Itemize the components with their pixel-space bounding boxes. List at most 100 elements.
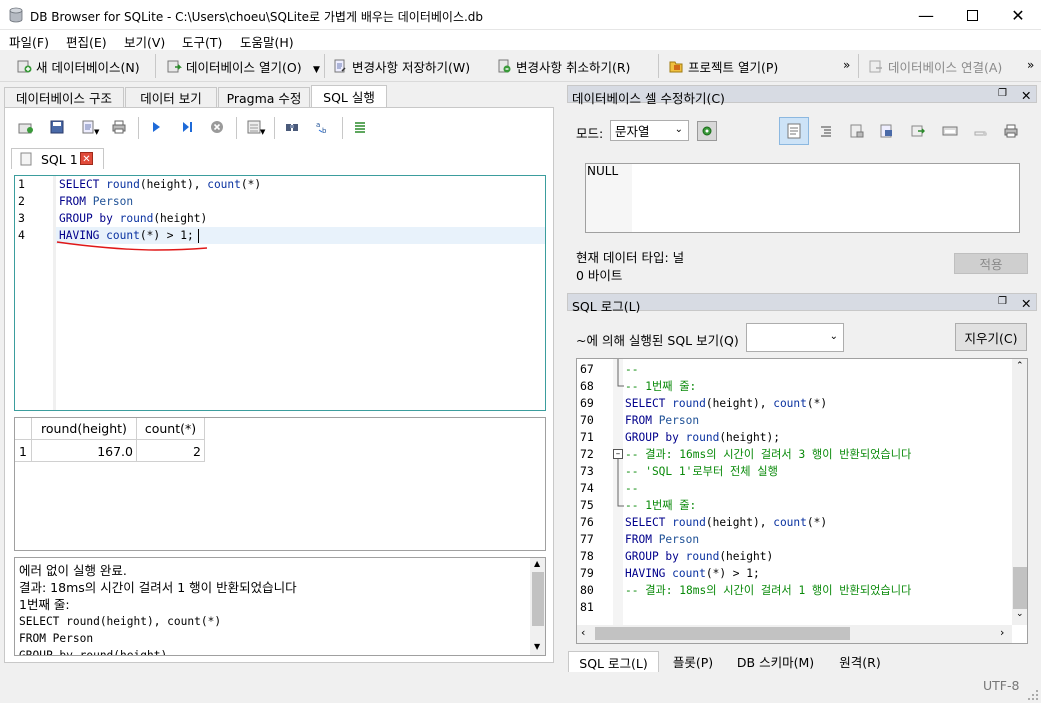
set-null-button[interactable] [909, 122, 927, 140]
eraser-icon [974, 131, 987, 136]
tab-execute-sql[interactable]: SQL 실행 [311, 85, 387, 107]
tab-plot[interactable]: 플롯(P) [660, 651, 726, 671]
cell-value-editor[interactable]: NULL [585, 163, 1020, 233]
toolbar-overflow-icon[interactable]: » [1027, 58, 1034, 72]
minimize-icon: — [918, 5, 934, 25]
toolbar-separator [155, 54, 156, 78]
stop-execution-button[interactable] [208, 118, 226, 136]
clear-log-button[interactable]: 지우기(C) [955, 323, 1027, 351]
tab-browse-data[interactable]: 데이터 보기 [125, 87, 217, 107]
mode-select[interactable]: 문자열 ⌄ [610, 120, 689, 141]
menu-tools[interactable]: 도구(T) [182, 32, 222, 51]
column-header[interactable]: round(height) [32, 418, 137, 440]
tab-db-schema[interactable]: DB 스키마(M) [727, 651, 824, 671]
export-button[interactable] [878, 122, 896, 140]
menu-edit[interactable]: 편집(E) [66, 32, 107, 51]
open-dropdown-arrow[interactable]: ▼ [313, 65, 320, 75]
menu-help[interactable]: 도움말(H) [240, 32, 294, 51]
write-changes-button[interactable]: 변경사항 저장하기(W) [332, 56, 470, 76]
scroll-right-icon[interactable]: › [1000, 626, 1004, 639]
scroll-down-icon[interactable]: ⌄ [1016, 609, 1024, 619]
scroll-down-icon[interactable]: ▼ [534, 642, 540, 651]
scrollbar-thumb[interactable] [1013, 567, 1027, 609]
indent-button[interactable] [817, 122, 835, 140]
execute-all-button[interactable] [147, 118, 165, 136]
menu-file[interactable]: 파일(F) [9, 32, 49, 51]
code-token: round [685, 550, 720, 563]
log-filter-label: ~에 의해 실행된 SQL 보기(Q) [576, 333, 739, 348]
menu-view[interactable]: 보기(V) [124, 32, 165, 51]
sql-editor[interactable]: 1 SELECT round(height), count(*) 2 FROM Per… [14, 175, 546, 411]
print-cell-button[interactable] [1002, 122, 1020, 140]
sql-editor-tab[interactable]: SQL 1 ✕ [11, 148, 104, 169]
code-token: (*) [240, 178, 262, 191]
line-number: 73 [580, 464, 594, 478]
print-button[interactable] [110, 118, 128, 136]
scroll-left-icon[interactable]: ‹ [581, 626, 585, 639]
row-header[interactable]: 1 [15, 440, 32, 462]
clear-button[interactable] [972, 122, 990, 140]
find-replace-icon: ab [316, 121, 327, 135]
scrollbar-thumb[interactable] [595, 627, 850, 640]
auto-switch-mode-button[interactable] [697, 121, 717, 141]
message-pane[interactable]: 에러 없이 실행 완료. 결과: 18ms의 시간이 걸려서 1 행이 반환되었습… [14, 557, 546, 656]
gear-icon [702, 126, 712, 136]
tab-sql-log[interactable]: SQL 로그(L) [568, 651, 659, 672]
open-file-icon [50, 120, 64, 134]
close-dock-icon[interactable]: ✕ [1021, 296, 1031, 311]
word-wrap-button[interactable] [779, 117, 809, 145]
open-sql-file-button[interactable] [48, 118, 66, 136]
save-sql-file-button[interactable]: ▼ [80, 118, 99, 136]
code-token: Person [658, 414, 700, 427]
table-cell[interactable]: 2 [137, 440, 205, 462]
find-replace-button[interactable]: ab [314, 118, 332, 136]
new-database-button[interactable]: 새 데이터베이스(N) [16, 56, 140, 76]
open-database-button[interactable]: 데이터베이스 열기(O) [166, 56, 302, 76]
undock-icon[interactable]: ❐ [998, 88, 1007, 99]
execute-line-button[interactable] [178, 118, 196, 136]
close-tab-icon[interactable]: ✕ [80, 152, 93, 165]
scroll-up-icon[interactable]: ⌃ [1016, 361, 1024, 371]
log-filter-select[interactable]: ⌄ [746, 323, 844, 352]
log-horizontal-scrollbar[interactable]: ‹ › [577, 625, 1012, 643]
close-window-button[interactable]: ✕ [995, 0, 1041, 30]
column-header[interactable]: count(*) [137, 418, 205, 440]
export-icon [880, 124, 892, 138]
apply-button[interactable]: 적용 [954, 253, 1028, 274]
open-in-app-button[interactable] [941, 122, 959, 140]
tab-edit-pragmas[interactable]: Pragma 수정 [218, 87, 310, 107]
scrollbar-thumb[interactable] [532, 572, 544, 626]
maximize-button[interactable] [949, 0, 995, 30]
save-results-button[interactable]: ▼ [246, 118, 265, 136]
table-cell[interactable]: 167.0 [32, 440, 137, 462]
code-line: SELECT round(height), count(*) [59, 176, 261, 193]
results-grid[interactable]: round(height) count(*) 1 167.0 2 [14, 417, 546, 551]
close-dock-icon[interactable]: ✕ [1021, 88, 1031, 103]
minimize-button[interactable]: — [903, 0, 949, 30]
toolbar-overflow-icon[interactable]: » [843, 58, 850, 72]
new-database-icon [17, 60, 32, 73]
code-token: (*) [806, 397, 828, 410]
open-project-button[interactable]: 프로젝트 열기(P) [668, 56, 778, 76]
line-number: 75 [580, 498, 594, 512]
message-scrollbar[interactable]: ▲ ▼ [530, 558, 545, 655]
print-icon [1004, 124, 1018, 138]
find-button[interactable] [283, 118, 301, 136]
open-tab-button[interactable] [17, 118, 35, 136]
code-token: Person [92, 195, 134, 208]
code-token: count [672, 567, 706, 580]
code-token: count [207, 178, 241, 191]
undock-icon[interactable]: ❐ [998, 296, 1007, 307]
tab-remote[interactable]: 원격(R) [825, 651, 895, 671]
attach-database-button[interactable]: 데이터베이스 연결(A) [868, 56, 1002, 76]
sql-log-view[interactable]: 67 -- 68 -- 1번째 줄: 69 SELECT round(height), c… [576, 358, 1028, 644]
revert-changes-button[interactable]: 변경사항 취소하기(R) [496, 56, 630, 76]
toolbar-separator [858, 54, 859, 78]
tab-database-structure[interactable]: 데이터베이스 구조 [4, 87, 124, 107]
resize-grip-icon[interactable] [1027, 689, 1039, 701]
log-vertical-scrollbar[interactable]: ⌃ ⌄ [1012, 359, 1027, 625]
message-text: 에러 없이 실행 완료. 결과: 18ms의 시간이 걸려서 1 행이 반환되었습… [19, 562, 297, 655]
import-button[interactable] [848, 122, 866, 140]
scroll-up-icon[interactable]: ▲ [534, 559, 540, 568]
comment-button[interactable] [351, 118, 369, 136]
